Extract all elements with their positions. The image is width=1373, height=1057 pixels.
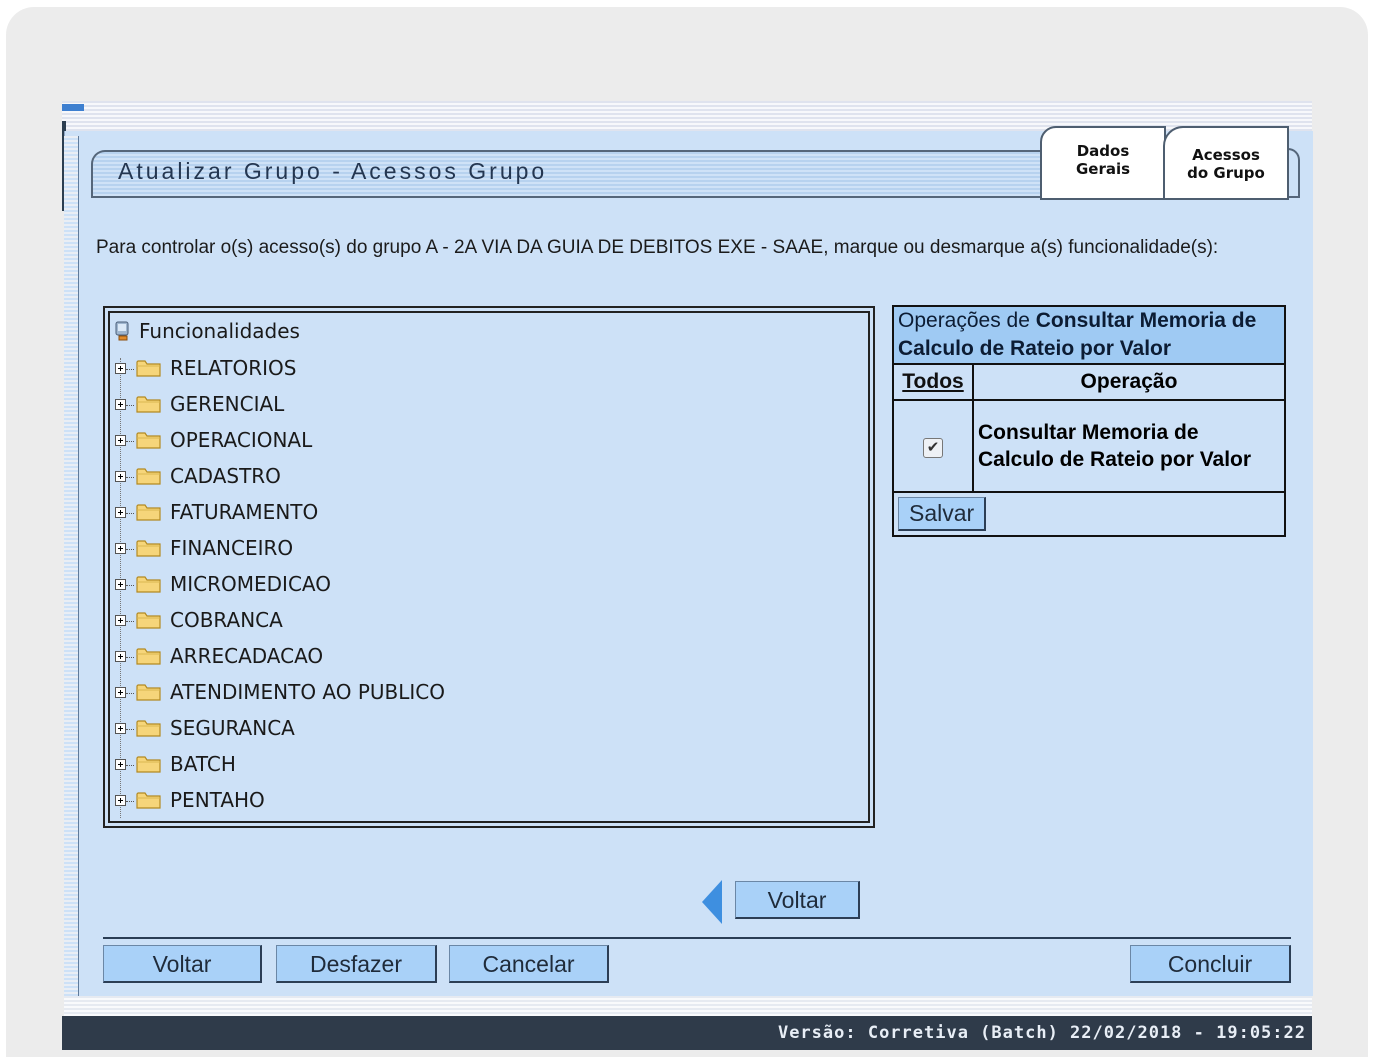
tree-inner-frame xyxy=(108,311,870,823)
expand-icon[interactable] xyxy=(115,579,126,590)
tree-connector-dots xyxy=(126,765,134,766)
instruction-text: Para controlar o(s) acesso(s) do grupo A… xyxy=(96,237,1219,258)
expand-icon[interactable] xyxy=(115,687,126,698)
tab-acessos-line1: Acessos xyxy=(1192,146,1260,164)
folder-icon xyxy=(136,540,161,557)
tree-node-label: FINANCEIRO xyxy=(170,536,294,560)
folder-icon xyxy=(136,720,161,737)
tree-node-label: ATENDIMENTO AO PUBLICO xyxy=(170,680,446,704)
expand-icon[interactable] xyxy=(115,471,126,482)
operation-checkbox[interactable]: ✔ xyxy=(923,438,943,458)
folder-icon xyxy=(136,684,161,701)
expand-icon[interactable] xyxy=(115,723,126,734)
folder-icon xyxy=(136,792,161,809)
operations-header: Operações de Consultar Memoria de Calcul… xyxy=(892,305,1286,365)
computer-icon xyxy=(115,321,129,341)
expand-icon[interactable] xyxy=(115,399,126,410)
folder-icon xyxy=(136,648,161,665)
folder-icon xyxy=(136,396,161,413)
tab-acessos-line2: do Grupo xyxy=(1187,164,1265,182)
back-arrow-icon[interactable] xyxy=(702,880,722,924)
expand-icon[interactable] xyxy=(115,435,126,446)
tree-root-label: Funcionalidades xyxy=(139,319,300,343)
tree-node-label: BATCH xyxy=(170,752,236,776)
tree-connector-dots xyxy=(126,477,134,478)
tree-node[interactable]: MICROMEDICAO xyxy=(115,572,331,600)
tree-node[interactable]: GERENCIAL xyxy=(115,392,284,420)
tree-root[interactable]: Funcionalidades xyxy=(115,319,300,343)
tree-node-label: CADASTRO xyxy=(170,464,281,488)
folder-icon xyxy=(136,756,161,773)
footer-stripes xyxy=(64,996,1312,1016)
expand-icon[interactable] xyxy=(115,615,126,626)
select-all-link[interactable]: Todos xyxy=(892,363,974,401)
folder-icon xyxy=(136,468,161,485)
cancelar-button[interactable]: Cancelar xyxy=(449,945,609,983)
tree-connector-dots xyxy=(126,513,134,514)
tree-connector-dots xyxy=(126,585,134,586)
tree-node[interactable]: BATCH xyxy=(115,752,236,780)
tree-connector-dots xyxy=(126,621,134,622)
tree-node-label: RELATORIOS xyxy=(170,356,297,380)
tree-connector-dots xyxy=(126,729,134,730)
button-separator xyxy=(103,937,1291,939)
tree-node[interactable]: RELATORIOS xyxy=(115,356,296,384)
tree-connector-dots xyxy=(126,657,134,658)
expand-icon[interactable] xyxy=(115,795,126,806)
header-accent xyxy=(62,104,84,111)
panel-left-stripe xyxy=(64,136,79,996)
folder-icon xyxy=(136,360,161,377)
tree-node[interactable]: ARRECADACAO xyxy=(115,644,323,672)
operation-checkbox-cell: ✔ xyxy=(892,399,974,493)
tree-node[interactable]: CADASTRO xyxy=(115,464,281,492)
operations-table: Operações de Consultar Memoria de Calcul… xyxy=(892,305,1286,537)
tree-connector-dots xyxy=(126,693,134,694)
operation-column-header: Operação xyxy=(972,363,1286,401)
tree-node[interactable]: FATURAMENTO xyxy=(115,500,318,528)
page-title: Atualizar Grupo - Acessos Grupo xyxy=(118,158,548,184)
expand-icon[interactable] xyxy=(115,543,126,554)
expand-icon[interactable] xyxy=(115,363,126,374)
folder-icon xyxy=(136,432,161,449)
title-bar-end xyxy=(1288,148,1300,198)
tree-node-label: OPERACIONAL xyxy=(170,428,313,452)
tree-connector-dots xyxy=(126,801,134,802)
tree-node[interactable]: ATENDIMENTO AO PUBLICO xyxy=(115,680,445,708)
tree-node-label: SEGURANCA xyxy=(170,716,295,740)
tree-node[interactable]: FINANCEIRO xyxy=(115,536,293,564)
salvar-button[interactable]: Salvar xyxy=(898,497,987,531)
tab-dados-gerais-line1: Dados xyxy=(1076,142,1130,160)
tree-node[interactable]: COBRANCA xyxy=(115,608,283,636)
tree-node[interactable]: OPERACIONAL xyxy=(115,428,312,456)
tree-node[interactable]: SEGURANCA xyxy=(115,716,295,744)
tab-dados-gerais[interactable]: Dados Gerais xyxy=(1040,126,1166,200)
tree-node-label: FATURAMENTO xyxy=(170,500,319,524)
tree-node-label: COBRANCA xyxy=(170,608,283,632)
tree-node-label: PENTAHO xyxy=(170,788,265,812)
tree-node-label: MICROMEDICAO xyxy=(170,572,331,596)
operation-name: Consultar Memoria de Calculo de Rateio p… xyxy=(972,399,1286,493)
concluir-button[interactable]: Concluir xyxy=(1130,945,1291,983)
save-cell: Salvar xyxy=(892,491,1286,537)
tree-node[interactable]: PENTAHO xyxy=(115,788,265,816)
folder-icon xyxy=(136,504,161,521)
tree-connector-dots xyxy=(126,441,134,442)
tab-acessos-do-grupo[interactable]: Acessos do Grupo xyxy=(1163,126,1289,200)
tree-node-label: ARRECADACAO xyxy=(170,644,324,668)
tree-connector-dots xyxy=(126,405,134,406)
expand-icon[interactable] xyxy=(115,651,126,662)
folder-icon xyxy=(136,576,161,593)
tree-connector-dots xyxy=(126,549,134,550)
expand-icon[interactable] xyxy=(115,507,126,518)
tab-dados-gerais-line2: Gerais xyxy=(1075,160,1131,178)
functionality-tree: Funcionalidades RELATORIOS GERENCIAL OPERA… xyxy=(103,306,875,828)
folder-icon xyxy=(136,612,161,629)
version-bar: Versão: Corretiva (Batch) 22/02/2018 - 1… xyxy=(62,1016,1312,1050)
desfazer-button[interactable]: Desfazer xyxy=(276,945,437,983)
tree-connector-dots xyxy=(126,369,134,370)
voltar-button[interactable]: Voltar xyxy=(103,945,262,983)
expand-icon[interactable] xyxy=(115,759,126,770)
voltar-center-button[interactable]: Voltar xyxy=(735,881,860,919)
tree-node-label: GERENCIAL xyxy=(170,392,285,416)
